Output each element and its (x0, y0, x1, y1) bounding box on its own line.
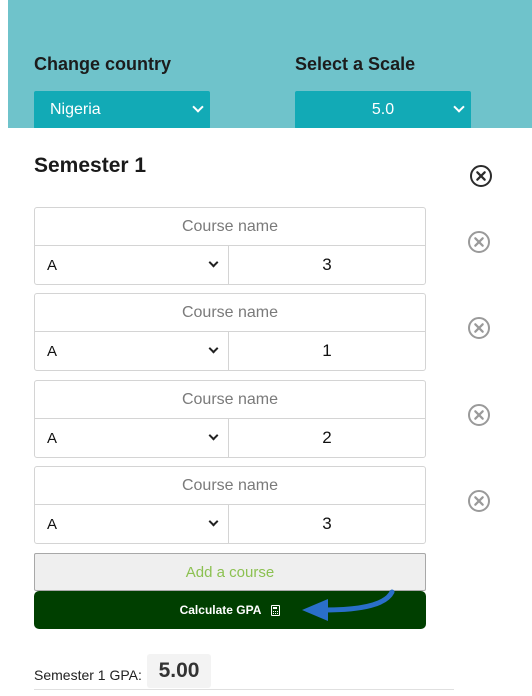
credit-input[interactable]: 1 (229, 332, 425, 370)
chevron-down-icon (453, 101, 465, 113)
close-semester-icon[interactable] (469, 164, 493, 188)
gpa-value: 5.00 (147, 654, 211, 688)
divider (34, 689, 454, 690)
calculator-icon (271, 604, 281, 616)
course-row: Course name A 3 (34, 207, 426, 285)
grade-select[interactable]: A (35, 332, 229, 370)
country-select-value: Nigeria (50, 101, 101, 118)
chevron-down-icon (208, 516, 219, 527)
grade-select[interactable]: A (35, 505, 229, 543)
grade-select[interactable]: A (35, 246, 229, 284)
annotation-arrow-icon (302, 589, 395, 621)
course-row: Course name A 1 (34, 293, 426, 371)
gpa-label: Semester 1 GPA: (34, 667, 142, 683)
scale-select-value: 5.0 (371, 101, 395, 118)
chevron-down-icon (208, 257, 219, 268)
left-edge (0, 0, 8, 354)
chevron-down-icon (192, 101, 204, 113)
course-name-input[interactable]: Course name (35, 381, 425, 419)
grade-value: A (47, 342, 58, 360)
scale-label: Select a Scale (295, 54, 416, 74)
country-label: Change country (34, 54, 172, 74)
grade-value: A (47, 256, 58, 274)
course-name-input[interactable]: Course name (35, 467, 425, 505)
credit-input[interactable]: 3 (229, 246, 425, 284)
scale-select[interactable]: 5.0 (295, 91, 471, 129)
grade-value: A (47, 429, 58, 447)
course-name-input[interactable]: Course name (35, 294, 425, 332)
grade-select[interactable]: A (35, 419, 229, 457)
chevron-down-icon (208, 430, 219, 441)
credit-input[interactable]: 3 (229, 505, 425, 543)
remove-course-icon[interactable] (467, 403, 491, 427)
remove-course-icon[interactable] (467, 316, 491, 340)
grade-value: A (47, 515, 58, 533)
remove-course-icon[interactable] (467, 230, 491, 254)
country-select[interactable]: Nigeria (34, 91, 210, 129)
semester-title: Semester 1 (34, 154, 147, 177)
remove-course-icon[interactable] (467, 489, 491, 513)
course-row: Course name A 3 (34, 466, 426, 544)
calculate-gpa-label: Calculate GPA (179, 603, 262, 617)
course-row: Course name A 2 (34, 380, 426, 458)
credit-input[interactable]: 2 (229, 419, 425, 457)
course-name-input[interactable]: Course name (35, 208, 425, 246)
chevron-down-icon (208, 343, 219, 354)
